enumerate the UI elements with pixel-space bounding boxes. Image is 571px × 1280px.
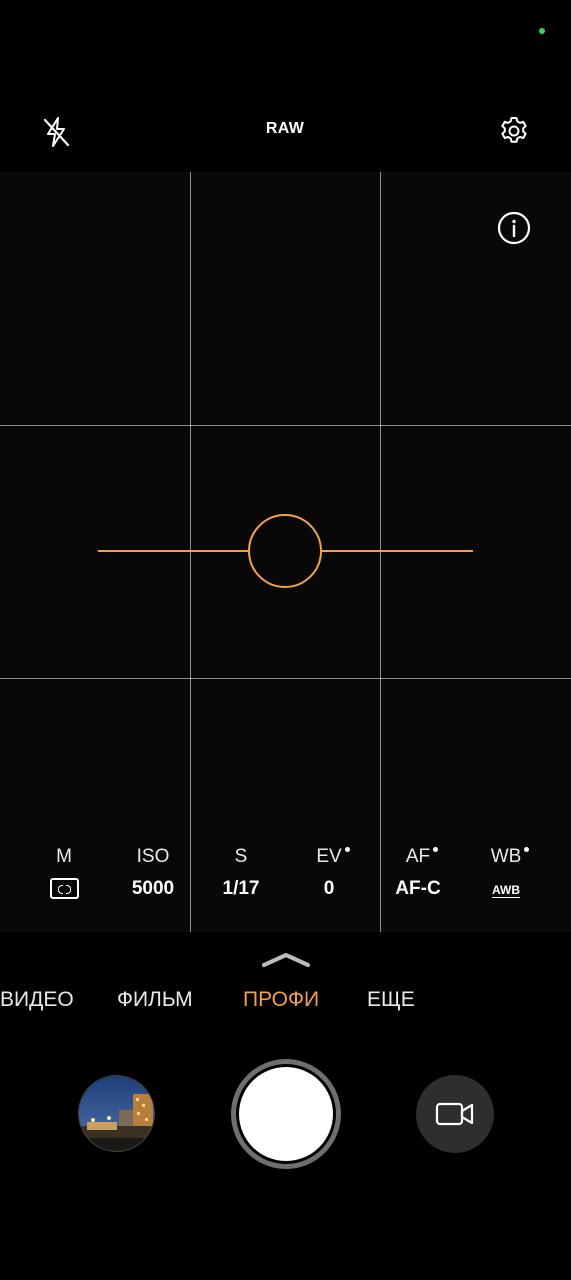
- bottom-controls: ВИДЕО ФИЛЬМ ПРОФИ ЕЩЕ: [0, 932, 571, 1280]
- param-value: 0: [323, 878, 335, 899]
- status-indicator-dot: [539, 28, 545, 34]
- param-af[interactable]: AF AF-C: [373, 844, 463, 902]
- chevron-up-icon[interactable]: [260, 950, 312, 970]
- gear-icon: [501, 117, 527, 143]
- settings-button[interactable]: [494, 111, 534, 151]
- video-record-button[interactable]: [416, 1075, 494, 1153]
- top-bar: RAW: [0, 100, 571, 162]
- gallery-preview-image: [79, 1076, 154, 1151]
- changed-dot: [524, 847, 530, 852]
- raw-toggle[interactable]: RAW: [245, 120, 325, 138]
- param-value: AWB: [492, 883, 520, 897]
- mode-selector: ВИДЕО ФИЛЬМ ПРОФИ ЕЩЕ: [0, 988, 571, 1024]
- mode-more[interactable]: ЕЩЕ: [367, 988, 415, 1012]
- horizon-level-indicator: [98, 514, 473, 588]
- param-ev[interactable]: EV 0: [284, 844, 374, 902]
- param-shutter-speed[interactable]: S 1/17: [196, 844, 286, 902]
- camera-viewfinder[interactable]: M ISO 5000 S 1/17 EV 0 AF AF-C WB AWB: [0, 172, 571, 932]
- mode-video[interactable]: ВИДЕО: [0, 988, 80, 1012]
- info-icon: [497, 211, 531, 245]
- param-name: M: [56, 846, 72, 867]
- grid-line: [0, 425, 571, 426]
- mode-film[interactable]: ФИЛЬМ: [117, 988, 193, 1012]
- param-name: WB: [490, 846, 522, 867]
- param-name: ISO: [136, 846, 170, 867]
- param-name: S: [234, 846, 248, 867]
- info-button[interactable]: [494, 208, 534, 248]
- grid-line: [0, 678, 571, 679]
- pro-parameters-bar: M ISO 5000 S 1/17 EV 0 AF AF-C WB AWB: [0, 844, 571, 932]
- param-value: 1/17: [222, 878, 260, 899]
- mode-pro[interactable]: ПРОФИ: [243, 988, 319, 1012]
- flash-off-icon: [43, 117, 70, 147]
- gallery-thumbnail[interactable]: [78, 1075, 155, 1152]
- changed-dot: [433, 847, 439, 852]
- param-value: 5000: [131, 878, 175, 899]
- param-value: AF-C: [395, 878, 441, 899]
- metering-icon: [49, 878, 79, 900]
- param-name: EV: [316, 846, 342, 867]
- param-metering[interactable]: M: [19, 844, 109, 902]
- video-camera-icon: [435, 1102, 474, 1126]
- changed-dot: [344, 847, 350, 852]
- flash-button[interactable]: [36, 112, 76, 152]
- param-iso[interactable]: ISO 5000: [108, 844, 198, 902]
- shutter-button[interactable]: [239, 1067, 333, 1161]
- param-wb[interactable]: WB AWB: [461, 844, 551, 902]
- param-name: AF: [405, 846, 431, 867]
